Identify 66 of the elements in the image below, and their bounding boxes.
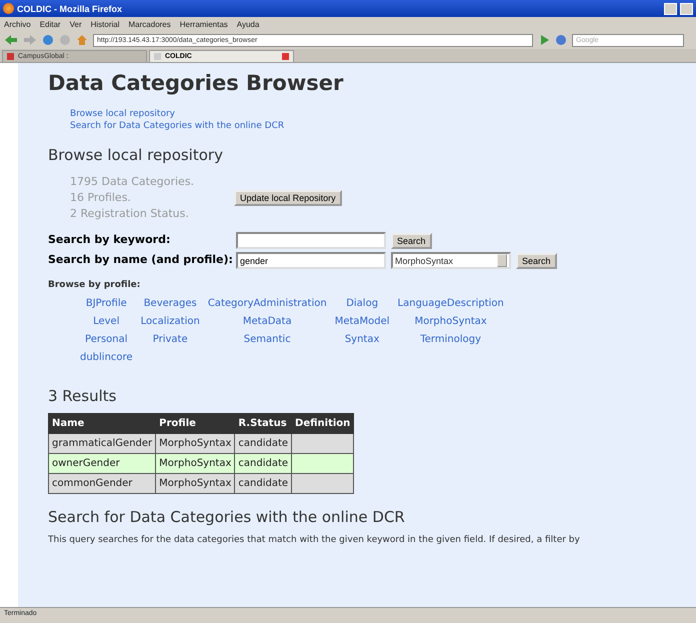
description-text: This query searches for the data categories that match with the given keyword in the given field. If desired, a filter by [48,534,581,547]
results-heading: 3 Results [48,386,118,405]
profile-link[interactable]: MetaData [208,312,327,331]
menu-item[interactable]: Herramientas [180,20,228,28]
table-cell: MorphoSyntax [156,433,235,454]
column-header: R.Status [234,413,292,434]
input-field[interactable]: gender [236,252,386,270]
table-cell: candidate [234,473,292,494]
profile-link[interactable]: Semantic [208,330,327,349]
profile-link[interactable]: Beverages [140,294,200,313]
search-engine-icon[interactable] [555,34,567,46]
menu-item[interactable]: Editar [40,20,61,28]
search-button[interactable]: Search [516,252,557,269]
profile-link[interactable]: Private [140,330,200,349]
column-header: Name [48,413,156,434]
section-heading: Browse local repository [48,146,224,164]
profile-link[interactable]: Personal [80,330,133,349]
table-cell: grammaticalGender [48,433,156,454]
column-header: Profile [156,413,235,434]
home-icon[interactable] [76,34,88,46]
page-title: Data Categories Browser [48,71,344,96]
page-icon [154,53,161,60]
page-link[interactable]: Search for Data Categories with the online DCR [70,120,284,132]
profile-link[interactable]: Syntax [334,330,390,349]
column-header: Definition [292,413,354,434]
menu-item[interactable]: Ver [70,20,82,28]
minimize-button[interactable] [664,2,677,14]
profile-dropdown[interactable]: MorphoSyntax [391,252,511,270]
page-icon [7,53,14,60]
profile-link[interactable]: LanguageDescription [398,294,504,313]
profile-link[interactable]: Terminology [398,330,504,349]
window-title: COLDIC - Mozilla Firefox [17,4,122,14]
table-cell: candidate [234,433,292,454]
menu-item[interactable]: Historial [90,20,120,28]
section-heading: Search for Data Categories with the online DCR [48,508,406,526]
input-field[interactable] [236,232,386,250]
firefox-icon [3,3,14,14]
field-label: Search by keyword: [48,232,172,248]
profile-link[interactable]: Dialog [334,294,390,313]
back-icon[interactable] [4,34,18,46]
table-cell: MorphoSyntax [156,473,235,494]
table-cell: MorphoSyntax [156,453,235,474]
profile-link[interactable]: Level [80,312,133,331]
profile-link[interactable]: MorphoSyntax [398,312,504,331]
profile-link[interactable]: MetaModel [334,312,390,331]
table-cell: commonGender [48,473,156,494]
profile-link[interactable]: dublincore [80,348,133,367]
maximize-button[interactable] [680,2,693,14]
profiles-label: Browse by profile: [48,279,142,292]
profile-link[interactable]: CategoryAdministration [208,294,327,313]
field-label: Search by name (and profile): [48,252,233,268]
menu-item[interactable]: Ayuda [236,20,260,28]
stat-text: 2 Registration Status. [70,206,190,222]
menu-item[interactable]: Marcadores [128,20,171,28]
stat-text: 16 Profiles. [70,190,132,206]
profile-link[interactable]: BJProfile [80,294,133,313]
search-button[interactable]: Search [391,232,432,249]
menu-item[interactable]: Archivo [4,20,31,28]
page-link[interactable]: Browse local repository [70,108,175,120]
profile-link[interactable]: Localization [140,312,200,331]
go-icon[interactable] [538,34,550,46]
table-cell: ownerGender [48,453,156,474]
forward-icon[interactable] [23,34,37,46]
update-button[interactable]: Update local Repository [234,190,342,206]
table-cell: candidate [234,453,292,474]
stat-text: 1795 Data Categories. [70,174,194,190]
